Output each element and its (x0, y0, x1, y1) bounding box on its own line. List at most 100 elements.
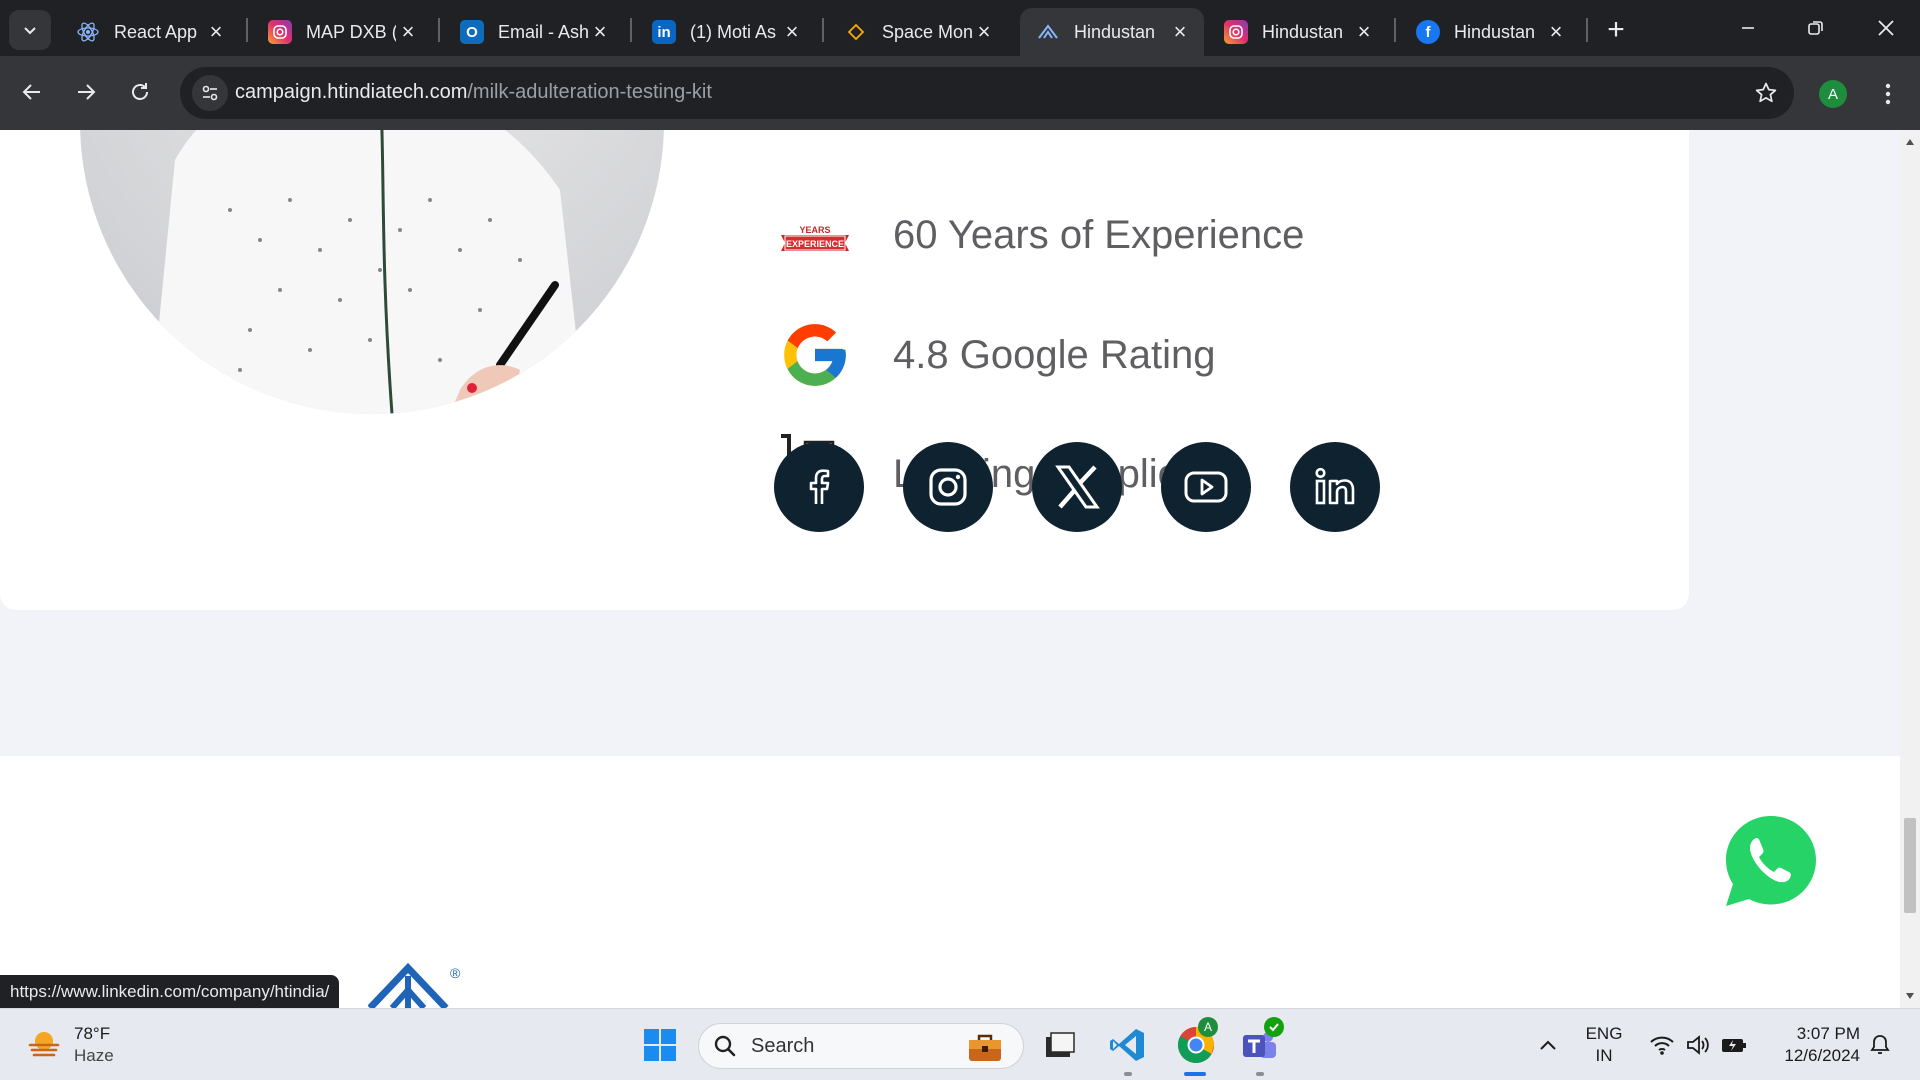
battery-status[interactable] (1714, 1023, 1754, 1067)
tab-separator (246, 18, 248, 42)
x-icon (1055, 465, 1100, 509)
tab-map-dxb[interactable]: MAP DXB ( × (252, 8, 432, 56)
tab-separator (438, 18, 440, 42)
tab-close-icon[interactable]: × (396, 19, 420, 44)
youtube-link[interactable] (1161, 442, 1251, 532)
tab-react-app[interactable]: React App × (60, 8, 240, 56)
triangle-up-icon (1906, 139, 1914, 145)
tab-separator (1586, 18, 1588, 42)
badge-top-text: YEARS (799, 225, 830, 235)
tab-close-icon[interactable]: × (1544, 19, 1568, 44)
url-host: campaign.htindiatech.com (235, 81, 468, 103)
taskbar-search[interactable]: Search (698, 1023, 1024, 1069)
tab-title: Hindustan (1454, 21, 1536, 42)
chrome-button[interactable]: A (1174, 1017, 1218, 1067)
tab-hindustan-instagram[interactable]: Hindustan × (1208, 8, 1388, 56)
task-view-button[interactable] (1038, 1023, 1082, 1067)
windows-taskbar: 78°F Haze Search A ENG IN 3:07 PM 12/6/2… (0, 1008, 1920, 1080)
close-window-button[interactable] (1858, 8, 1914, 48)
experience-badge-icon: YEARS EXPERIENCE (775, 195, 855, 275)
language-indicator[interactable]: ENG IN (1576, 1023, 1632, 1067)
about-card: YEARS EXPERIENCE 60 Years of Experience … (0, 130, 1689, 610)
footer-section (0, 756, 1900, 1008)
tab-title: React App (114, 21, 198, 42)
whatsapp-button[interactable] (1722, 812, 1820, 910)
tab-close-icon[interactable]: × (1352, 19, 1376, 44)
tab-hindustan-facebook[interactable]: f Hindustan × (1400, 8, 1580, 56)
page-viewport: YEARS EXPERIENCE 60 Years of Experience … (0, 130, 1900, 1008)
whatsapp-icon (1726, 816, 1816, 906)
search-placeholder: Search (751, 1034, 815, 1057)
minimize-icon (1742, 27, 1754, 29)
tab-search-button[interactable] (9, 10, 51, 50)
arrow-right-icon (78, 84, 96, 100)
browser-menu-button[interactable] (1872, 76, 1904, 112)
search-icon (714, 1035, 736, 1057)
registered-mark: ® (450, 965, 461, 981)
lang-top: ENG (1585, 1024, 1623, 1043)
feature-experience: YEARS EXPERIENCE 60 Years of Experience (775, 195, 1304, 275)
tab-strip: React App × MAP DXB ( × O Email - Ash × … (0, 0, 1920, 56)
new-tab-button[interactable]: + (1600, 13, 1632, 46)
wifi-status[interactable] (1642, 1023, 1682, 1067)
clock[interactable]: 3:07 PM 12/6/2024 (1764, 1023, 1860, 1067)
reload-button[interactable] (120, 72, 160, 112)
linkedin-icon (1315, 467, 1355, 505)
show-hidden-icons-button[interactable] (1526, 1023, 1570, 1067)
reload-icon (132, 83, 148, 100)
notifications-button[interactable] (1860, 1023, 1900, 1067)
teams-status-check-icon (1264, 1017, 1284, 1037)
notification-bell-icon (1870, 1035, 1890, 1054)
address-bar[interactable]: campaign.htindiatech.com/milk-adulterati… (180, 67, 1794, 119)
linkedin-icon: in (652, 20, 676, 44)
browser-toolbar: campaign.htindiatech.com/milk-adulterati… (0, 56, 1920, 130)
facebook-icon (809, 469, 830, 504)
tab-close-icon[interactable]: × (588, 19, 612, 44)
task-view-icon (1046, 1032, 1075, 1057)
tab-email[interactable]: O Email - Ash × (444, 8, 624, 56)
page-scrollbar[interactable] (1900, 130, 1920, 1008)
bookmark-button[interactable] (1750, 77, 1782, 109)
instagram-icon (268, 20, 292, 44)
facebook-link[interactable] (774, 442, 864, 532)
start-button[interactable] (638, 1023, 682, 1067)
tab-linkedin[interactable]: in (1) Moti As × (636, 8, 816, 56)
hindustan-logo-icon (1036, 20, 1060, 44)
tune-icon (202, 85, 218, 101)
scroll-down-arrow[interactable] (1904, 990, 1916, 1002)
outlook-icon: O (460, 20, 484, 44)
star-icon (1755, 82, 1777, 103)
profile-avatar[interactable]: A (1819, 80, 1847, 108)
scrollbar-thumb[interactable] (1904, 818, 1916, 913)
weather-widget[interactable]: 78°F Haze (26, 1023, 114, 1067)
instagram-icon (1224, 20, 1248, 44)
tab-title: Email - Ash (498, 21, 588, 42)
back-button[interactable] (12, 72, 52, 112)
x-link[interactable] (1032, 442, 1122, 532)
windows-logo-icon (644, 1029, 676, 1061)
tab-close-icon[interactable]: × (972, 19, 996, 44)
site-info-button[interactable] (192, 75, 228, 111)
teams-button[interactable] (1238, 1017, 1284, 1067)
volume-status[interactable] (1678, 1023, 1718, 1067)
tab-close-icon[interactable]: × (1168, 19, 1192, 44)
minimize-button[interactable] (1720, 8, 1776, 48)
url-text: campaign.htindiatech.com/milk-adulterati… (235, 81, 712, 104)
tab-close-icon[interactable]: × (780, 19, 804, 44)
facebook-icon: f (1416, 20, 1440, 44)
tab-space-mon[interactable]: Space Mon × (828, 8, 1008, 56)
scroll-up-arrow[interactable] (1904, 136, 1916, 148)
vscode-icon (1110, 1029, 1144, 1061)
chrome-active-indicator (1184, 1072, 1206, 1076)
linkedin-link[interactable] (1290, 442, 1380, 532)
instagram-link[interactable] (903, 442, 993, 532)
forward-button[interactable] (66, 72, 106, 112)
tab-hindustan-active[interactable]: Hindustan × (1020, 8, 1204, 56)
restore-button[interactable] (1788, 8, 1844, 48)
tab-close-icon[interactable]: × (204, 19, 228, 44)
htindia-logo[interactable]: ® (368, 962, 468, 1008)
vscode-button[interactable] (1106, 1023, 1150, 1067)
person-photo (80, 130, 664, 414)
tab-separator (1394, 18, 1396, 42)
speaker-icon (1687, 1035, 1709, 1055)
